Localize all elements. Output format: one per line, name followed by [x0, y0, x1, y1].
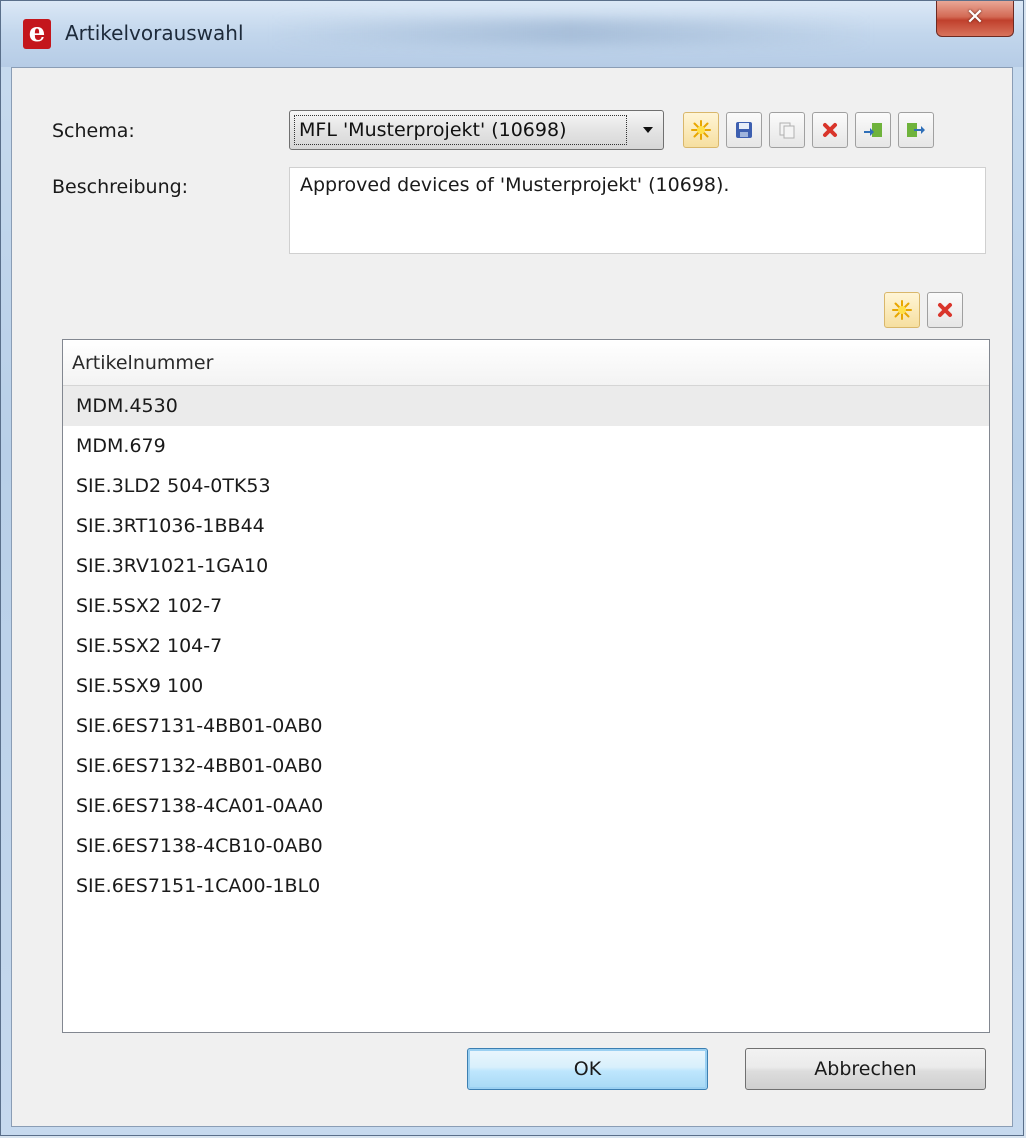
- list-item[interactable]: SIE.6ES7132-4BB01-0AB0: [63, 746, 989, 786]
- export-icon: [907, 123, 925, 137]
- list-item[interactable]: SIE.5SX2 104-7: [63, 626, 989, 666]
- list-item[interactable]: SIE.6ES7151-1CA00-1BL0: [63, 866, 989, 906]
- list-item[interactable]: MDM.4530: [63, 386, 989, 426]
- new-schema-button[interactable]: [683, 112, 719, 148]
- ok-button[interactable]: OK: [467, 1048, 708, 1090]
- description-label: Beschreibung:: [52, 176, 189, 198]
- import-icon: [864, 123, 882, 137]
- dialog-window: e Artikelvorauswahl ✕ Schema: MFL 'Muste…: [0, 0, 1024, 1136]
- article-list[interactable]: Artikelnummer MDM.4530 MDM.679 SIE.3LD2 …: [62, 339, 990, 1033]
- remove-icon: [938, 303, 952, 317]
- window-title: Artikelvorauswahl: [65, 21, 244, 45]
- copy-icon: [779, 122, 795, 139]
- schema-dropdown-value: MFL 'Musterprojekt' (10698): [294, 115, 627, 145]
- schema-dropdown[interactable]: MFL 'Musterprojekt' (10698): [289, 110, 664, 150]
- title-bar[interactable]: e Artikelvorauswahl ✕: [1, 1, 1023, 67]
- dialog-content: Schema: MFL 'Musterprojekt' (10698) Besc…: [11, 67, 1013, 1127]
- copy-schema-button[interactable]: [769, 112, 805, 148]
- import-schema-button[interactable]: [855, 112, 891, 148]
- close-button[interactable]: ✕: [936, 1, 1014, 37]
- remove-item-button[interactable]: [927, 292, 963, 328]
- list-item[interactable]: SIE.5SX2 102-7: [63, 586, 989, 626]
- description-field[interactable]: Approved devices of 'Musterprojekt' (106…: [289, 167, 986, 254]
- list-item[interactable]: MDM.679: [63, 426, 989, 466]
- schema-label: Schema:: [52, 120, 135, 142]
- add-item-button[interactable]: [884, 292, 920, 328]
- delete-schema-button[interactable]: [812, 112, 848, 148]
- cancel-button[interactable]: Abbrechen: [745, 1048, 986, 1090]
- save-schema-button[interactable]: [726, 112, 762, 148]
- list-item[interactable]: SIE.5SX9 100: [63, 666, 989, 706]
- chevron-down-icon: [643, 127, 653, 133]
- list-item[interactable]: SIE.6ES7131-4BB01-0AB0: [63, 706, 989, 746]
- new-icon: [691, 120, 711, 140]
- export-schema-button[interactable]: [898, 112, 934, 148]
- list-item[interactable]: SIE.6ES7138-4CB10-0AB0: [63, 826, 989, 866]
- list-item[interactable]: SIE.3LD2 504-0TK53: [63, 466, 989, 506]
- article-list-rows: MDM.4530 MDM.679 SIE.3LD2 504-0TK53 SIE.…: [63, 386, 989, 906]
- save-icon: [736, 122, 752, 138]
- column-header-artikelnummer[interactable]: Artikelnummer: [63, 340, 989, 386]
- add-icon: [892, 300, 912, 320]
- app-logo-icon: e: [23, 19, 51, 49]
- title-bar-background-blur: [271, 19, 871, 45]
- list-item[interactable]: SIE.3RV1021-1GA10: [63, 546, 989, 586]
- list-item[interactable]: SIE.6ES7138-4CA01-0AA0: [63, 786, 989, 826]
- list-item[interactable]: SIE.3RT1036-1BB44: [63, 506, 989, 546]
- delete-icon: [823, 123, 837, 137]
